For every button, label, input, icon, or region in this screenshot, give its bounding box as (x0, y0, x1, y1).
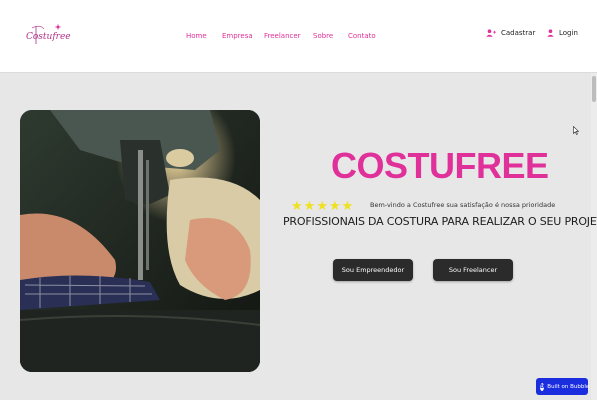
login-label: Login (559, 29, 578, 37)
signup-label: Cadastrar (501, 29, 536, 37)
built-on-bubble-badge[interactable]: b Built on Bubble (536, 378, 590, 395)
add-user-icon (486, 29, 496, 37)
entrepreneur-button[interactable]: Sou Empreendedor (333, 259, 413, 281)
user-icon (547, 29, 554, 37)
sewing-machine-icon (20, 110, 260, 372)
star-icon: ★ (328, 198, 341, 213)
signup-link[interactable]: Cadastrar (486, 29, 535, 37)
scrollbar-thumb[interactable] (592, 76, 596, 102)
page-scrollbar[interactable] (591, 73, 597, 400)
login-link[interactable]: Login (547, 29, 578, 37)
star-icon: ★ (341, 198, 354, 213)
nav-sobre[interactable]: Sobre (313, 32, 333, 40)
nav-home[interactable]: Home (186, 32, 207, 40)
star-icon: ★ (303, 198, 316, 213)
bubble-logo-icon: b (540, 382, 545, 391)
freelancer-button[interactable]: Sou Freelancer (433, 259, 513, 281)
rating-stars: ★ ★ ★ ★ ★ (291, 199, 353, 212)
nav-contato[interactable]: Contato (348, 32, 376, 40)
site-header: Costufree Home Empresa Freelancer Sobre … (0, 0, 597, 73)
star-icon: ★ (291, 198, 303, 213)
brand-title: COSTUFREE (331, 145, 549, 186)
nav-freelancer[interactable]: Freelancer (264, 32, 301, 40)
logo-text: Costufree (26, 32, 71, 42)
sewing-machine-photo (20, 110, 260, 372)
star-icon: ★ (316, 198, 328, 213)
welcome-text: Bem-vindo a Costufree sua satisfação é n… (370, 201, 556, 209)
hero-tagline: PROFISSIONAIS DA COSTURA PARA REALIZAR O… (283, 215, 597, 228)
costufree-logo[interactable]: Costufree (24, 22, 71, 50)
mouse-cursor-icon (573, 126, 579, 135)
nav-empresa[interactable]: Empresa (222, 32, 253, 40)
bubble-badge-label: Built on Bubble (547, 383, 590, 390)
